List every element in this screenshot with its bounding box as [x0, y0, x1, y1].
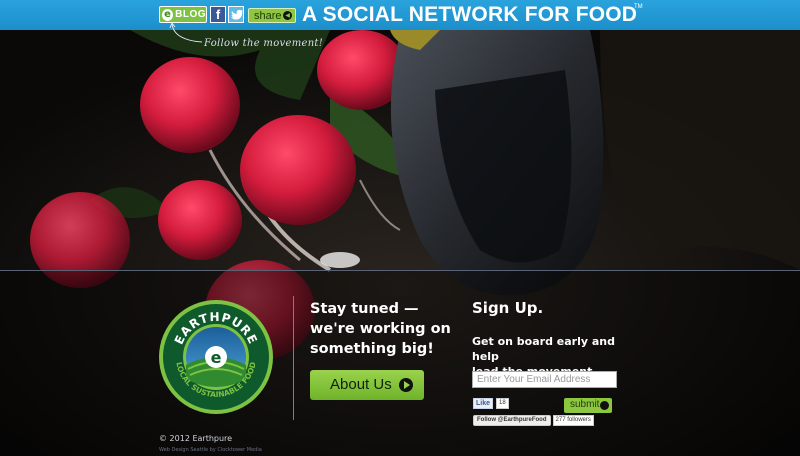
- share-label: share: [254, 9, 282, 22]
- vertical-divider: [293, 296, 294, 420]
- stay-line-2: we're working on: [310, 321, 451, 337]
- copyright-text: © 2012 Earthpure: [159, 434, 233, 443]
- site-tagline: A SOCIAL NETWORK FOR FOOD: [302, 3, 638, 26]
- follow-the-movement-text: Follow the movement!: [204, 38, 324, 49]
- stay-tuned-heading: Stay tuned — we're working on something …: [310, 299, 460, 359]
- blog-label: BLOG: [175, 9, 206, 20]
- facebook-icon[interactable]: f: [210, 6, 226, 23]
- submit-label: submit: [570, 399, 600, 410]
- twitter-follow-widget[interactable]: Follow @EarthpureFood 277 followers: [473, 415, 594, 426]
- stay-line-1: Stay tuned —: [310, 301, 419, 317]
- design-credit-link[interactable]: Web Design Seattle by Clocktower Media: [159, 447, 262, 453]
- facebook-like-count: 18: [496, 398, 509, 409]
- twitter-follow-button[interactable]: Follow @EarthpureFood: [473, 415, 551, 426]
- twitter-icon[interactable]: [228, 6, 244, 23]
- share-button[interactable]: share ◀: [248, 8, 296, 23]
- trademark-mark: TM: [634, 4, 643, 10]
- play-circle-icon: [399, 378, 413, 392]
- e-blog-icon: e: [162, 8, 174, 21]
- facebook-like-widget[interactable]: Like 18: [473, 398, 509, 409]
- logo-center-letter: e: [211, 348, 222, 367]
- stay-line-3: something big!: [310, 341, 434, 357]
- blog-button[interactable]: e BLOG: [159, 6, 207, 23]
- email-field[interactable]: [472, 371, 617, 388]
- twitter-bird-icon: [231, 9, 243, 20]
- twitter-followers-count: 277 followers: [552, 415, 594, 426]
- signup-desc-line-1: Get on board early and help: [472, 335, 615, 363]
- facebook-like-button[interactable]: Like: [473, 398, 494, 409]
- signup-title: Sign Up.: [472, 299, 544, 317]
- about-us-button[interactable]: About Us: [310, 370, 424, 400]
- play-circle-icon: ◀: [283, 11, 292, 20]
- play-circle-icon: [600, 401, 609, 410]
- about-us-label: About Us: [330, 376, 392, 393]
- earthpure-logo[interactable]: e EARTHPURE LOCAL SUSTAINABLE FOOD: [158, 299, 274, 415]
- curved-arrow-icon: [169, 22, 203, 43]
- submit-button[interactable]: submit: [564, 398, 612, 413]
